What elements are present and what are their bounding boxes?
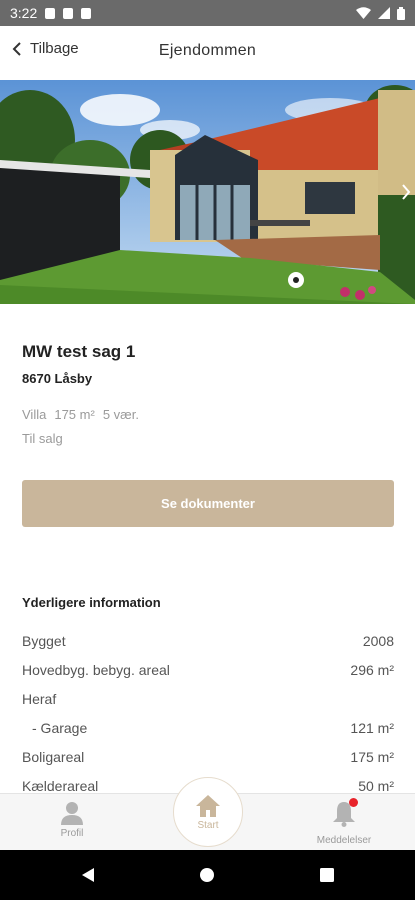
signal-icon: [378, 7, 390, 19]
notification-icon: [63, 7, 74, 19]
home-icon: [196, 794, 220, 817]
info-row: Heraf: [22, 691, 394, 707]
user-icon: [61, 802, 83, 825]
property-type: Villa: [22, 407, 47, 422]
property-status: Til salg: [22, 431, 63, 446]
info-value: 50 m²: [358, 778, 394, 794]
info-label: Hovedbyg. bebyg. areal: [22, 662, 170, 678]
notification-badge: [349, 798, 358, 807]
nav-messages-label: Meddelelser: [316, 835, 372, 846]
sd-card-icon: [81, 7, 92, 19]
info-label: Bygget: [22, 633, 66, 649]
property-meta: Villa 175 m² 5 vær.: [22, 407, 139, 422]
see-documents-button[interactable]: Se dokumenter: [22, 480, 394, 527]
wifi-icon: [356, 7, 371, 19]
nav-profile-label: Profil: [60, 828, 84, 839]
info-row: Hovedbyg. bebyg. areal 296 m²: [22, 662, 394, 678]
home-circle-icon[interactable]: [199, 867, 215, 883]
info-value: 175 m²: [350, 749, 394, 765]
nav-start-label: Start: [197, 819, 219, 831]
info-row: Bygget 2008: [22, 633, 394, 649]
info-label: Boligareal: [22, 749, 85, 765]
nav-profile[interactable]: Profil: [52, 801, 92, 839]
nav-messages[interactable]: Meddelelser: [306, 798, 382, 846]
notification-icon: [45, 7, 56, 19]
battery-icon: [397, 6, 405, 20]
info-row: Boligareal 175 m²: [22, 749, 394, 765]
property-photo[interactable]: [0, 80, 415, 304]
top-bar: Tilbage Ejendommen: [0, 26, 415, 80]
nav-start[interactable]: Start: [173, 777, 243, 847]
info-section-title: Yderligere information: [22, 595, 161, 610]
info-value: 121 m²: [350, 720, 394, 736]
back-triangle-icon[interactable]: [80, 867, 96, 883]
info-label: - Garage: [32, 720, 88, 736]
info-label: Heraf: [22, 691, 57, 707]
property-name: MW test sag 1: [22, 342, 136, 361]
chevron-right-icon[interactable]: [401, 184, 411, 200]
recents-square-icon[interactable]: [319, 867, 335, 883]
info-label: Kælderareal: [22, 778, 99, 794]
status-bar: 3:22: [0, 0, 415, 26]
page-title: Ejendommen: [158, 42, 257, 59]
system-navigation-bar: [0, 850, 415, 900]
info-value: 296 m²: [350, 662, 394, 678]
info-row: - Garage 121 m²: [22, 720, 394, 736]
property-city: 8670 Låsby: [22, 371, 93, 386]
property-rooms: 5 vær.: [102, 407, 139, 422]
property-area: 175 m²: [54, 407, 95, 422]
status-time: 3:22: [10, 5, 38, 21]
info-value: 2008: [362, 633, 394, 649]
